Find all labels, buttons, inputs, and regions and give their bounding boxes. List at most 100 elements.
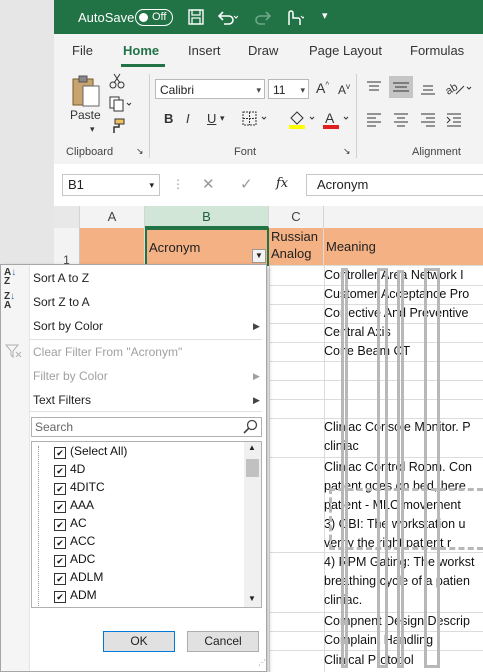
undo-icon[interactable] <box>216 8 238 26</box>
cut-icon[interactable] <box>109 73 125 89</box>
list-scrollbar[interactable]: ▲ ▼ <box>244 442 261 607</box>
cell-a1[interactable] <box>80 228 145 266</box>
list-item-label: ADLM <box>70 570 104 584</box>
column-header-a[interactable]: A <box>80 206 145 228</box>
insert-function-icon[interactable]: fx <box>276 176 288 191</box>
submenu-arrow-icon: ▶ <box>253 395 260 405</box>
list-item[interactable]: ✔ AC <box>54 514 87 532</box>
list-item[interactable]: ✔ ADC <box>54 550 95 568</box>
increase-font-icon[interactable]: A^ <box>316 80 329 96</box>
checkbox-checked-icon[interactable]: ✔ <box>54 555 66 567</box>
formula-input[interactable]: Acronym <box>306 174 483 196</box>
checkbox-checked-icon[interactable]: ✔ <box>54 501 66 513</box>
list-item[interactable]: ✔ AAA <box>54 496 94 514</box>
list-item[interactable]: ✔ (Select All) <box>54 442 127 460</box>
italic-button[interactable]: I <box>186 111 190 126</box>
column-header-b[interactable]: B <box>145 206 269 228</box>
orientation-icon[interactable]: ab <box>444 78 474 98</box>
customize-toolbar-icon[interactable]: ▾ <box>322 9 328 22</box>
list-item[interactable]: ✔ 4DITC <box>54 478 105 496</box>
list-item-label: AAA <box>70 498 95 512</box>
column-header-d[interactable] <box>324 206 483 228</box>
sort-by-color-item[interactable]: Sort by Color <box>33 319 103 333</box>
checkbox-checked-icon[interactable]: ✔ <box>54 483 66 495</box>
borders-icon[interactable] <box>242 111 270 127</box>
align-middle-button[interactable] <box>389 76 413 98</box>
paste-icon[interactable] <box>70 74 102 108</box>
font-launcher-icon[interactable]: ↘ <box>343 146 351 157</box>
format-painter-icon[interactable] <box>109 118 125 134</box>
checkbox-checked-icon[interactable]: ✔ <box>54 573 66 585</box>
paste-label[interactable]: Paste <box>70 108 101 122</box>
chevron-down-icon[interactable]: ▾ <box>220 113 225 124</box>
row-header-1[interactable]: 1 <box>54 228 80 267</box>
column-header-c[interactable]: C <box>269 206 324 228</box>
touch-mode-icon[interactable] <box>282 7 304 27</box>
name-box[interactable]: B1 ▾ <box>62 174 160 196</box>
font-size-combo[interactable]: 11 ▾ <box>268 79 309 99</box>
align-left-icon[interactable] <box>366 112 382 128</box>
font-color-icon[interactable]: A <box>322 109 352 129</box>
fill-color-icon[interactable] <box>288 109 318 129</box>
select-all-corner[interactable] <box>54 206 80 228</box>
paste-dropdown-icon[interactable]: ▾ <box>90 124 95 135</box>
scroll-down-icon[interactable]: ▼ <box>248 594 256 603</box>
align-top-icon[interactable] <box>366 80 382 96</box>
sort-a-to-z-item[interactable]: Sort A to Z <box>33 271 89 285</box>
list-item[interactable]: ✔ ADLM <box>54 568 103 586</box>
filter-by-color-item[interactable]: Filter by Color <box>33 369 108 383</box>
underline-button[interactable]: U <box>207 111 216 126</box>
list-item-label: AC <box>70 516 87 530</box>
decrease-font-icon[interactable]: Av <box>338 82 350 97</box>
filter-values-list[interactable]: ✔ (Select All) ✔ 4D ✔ 4DITC ✔ AAA ✔ AC ✔ ACC ✔… <box>31 441 262 608</box>
cell-c1-line1: Russian <box>271 229 318 244</box>
cell-d1[interactable]: Meaning <box>324 228 483 266</box>
list-item[interactable]: ✔ ACC <box>54 532 95 550</box>
tab-page-layout[interactable]: Page Layout <box>309 43 382 58</box>
cancel-button[interactable]: Cancel <box>187 631 259 652</box>
checkbox-checked-icon[interactable]: ✔ <box>54 465 66 477</box>
scroll-up-icon[interactable]: ▲ <box>248 443 256 452</box>
list-item[interactable]: ✔ ADM <box>54 586 97 604</box>
checkbox-checked-icon[interactable]: ✔ <box>54 537 66 549</box>
confirm-entry-icon[interactable]: ✓ <box>240 175 253 193</box>
overlay-shape <box>397 270 404 668</box>
save-icon[interactable] <box>187 8 205 26</box>
checkbox-checked-icon[interactable]: ✔ <box>54 591 66 603</box>
cancel-entry-icon[interactable]: ✕ <box>202 175 215 193</box>
indent-icon[interactable] <box>446 112 476 128</box>
tab-file[interactable]: File <box>72 43 93 58</box>
clear-filter-icon <box>5 344 22 359</box>
ok-button[interactable]: OK <box>103 631 175 652</box>
font-name-combo[interactable]: Calibri ▾ <box>155 79 265 99</box>
tab-home[interactable]: Home <box>123 43 159 58</box>
resize-grip-icon[interactable]: ⋰ <box>258 658 266 667</box>
menu-separator <box>30 339 262 340</box>
align-bottom-icon[interactable] <box>420 80 436 96</box>
chevron-down-icon: ▾ <box>149 180 154 190</box>
bold-button[interactable]: B <box>164 111 173 126</box>
formula-bar: B1 ▾ ⋮ ✕ ✓ fx Acronym <box>54 164 483 207</box>
checkbox-checked-icon[interactable]: ✔ <box>54 519 66 531</box>
align-center-icon[interactable] <box>393 112 409 128</box>
tab-insert[interactable]: Insert <box>188 43 221 58</box>
submenu-arrow-icon: ▶ <box>253 321 260 331</box>
filter-dropdown-button[interactable]: ▼ <box>252 249 266 263</box>
copy-icon[interactable] <box>109 96 133 112</box>
redo-icon[interactable] <box>251 8 275 26</box>
filter-search-input[interactable]: Search <box>31 417 262 437</box>
clipboard-launcher-icon[interactable]: ↘ <box>136 146 144 157</box>
sort-z-to-a-item[interactable]: Sort Z to A <box>33 295 90 309</box>
text-filters-item[interactable]: Text Filters <box>33 393 91 407</box>
autosave-toggle[interactable]: Off <box>135 9 173 26</box>
active-tab-indicator <box>121 64 165 67</box>
cell-b1[interactable]: Acronym ▼ <box>145 228 269 266</box>
clear-filter-item[interactable]: Clear Filter From "Acronym" <box>33 345 182 359</box>
checkbox-checked-icon[interactable]: ✔ <box>54 447 66 459</box>
tab-draw[interactable]: Draw <box>248 43 278 58</box>
cell-c1[interactable]: Russian Analog <box>269 228 324 266</box>
align-right-icon[interactable] <box>420 112 436 128</box>
tab-formulas[interactable]: Formulas <box>410 43 464 58</box>
list-item[interactable]: ✔ 4D <box>54 460 85 478</box>
scrollbar-thumb[interactable] <box>246 459 259 477</box>
